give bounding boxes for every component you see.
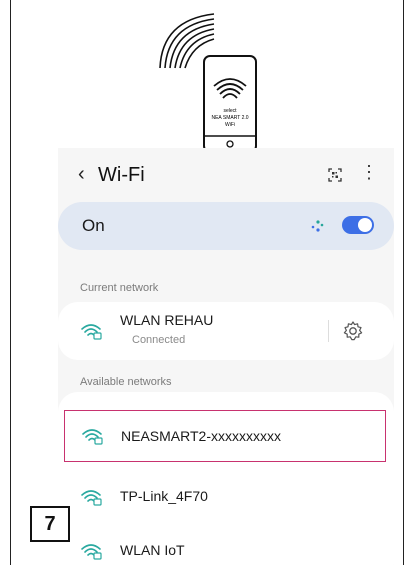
wifi-settings-screen: ‹ Wi-Fi ⋮ On Current network WLAN REHAU … — [58, 148, 394, 565]
more-vert-icon[interactable]: ⋮ — [360, 162, 378, 182]
network-row-highlighted[interactable]: NEASMART2-xxxxxxxxxx — [64, 410, 386, 462]
wifi-toggle-switch[interactable] — [342, 216, 374, 234]
frame-right-border — [403, 0, 404, 565]
chevron-left-icon[interactable]: ‹ — [78, 164, 85, 184]
network-row[interactable]: TP-Link_4F70 — [58, 470, 394, 522]
top-app-bar: ‹ Wi-Fi ⋮ — [58, 148, 394, 200]
available-networks-card: NEASMART2-xxxxxxxxxx TP-Link_4F70 WLAN I… — [58, 392, 394, 565]
qr-scan-icon[interactable] — [328, 168, 342, 182]
wifi-lock-icon — [81, 544, 102, 560]
wifi-lock-icon — [81, 324, 102, 340]
step-number-badge: 7 — [30, 506, 70, 542]
divider — [328, 320, 329, 342]
current-network-name: WLAN REHAU — [120, 312, 214, 328]
wifi-lock-icon — [81, 490, 102, 506]
frame-left-border — [10, 0, 11, 565]
network-name: TP-Link_4F70 — [120, 488, 208, 504]
toggle-knob — [358, 218, 372, 232]
wifi-toggle-label: On — [82, 216, 105, 235]
sparkle-icon[interactable] — [306, 216, 326, 236]
current-network-label: Current network — [80, 282, 159, 294]
phone-text-line1: select — [223, 108, 237, 114]
network-name: NEASMART2-xxxxxxxxxx — [121, 428, 281, 444]
available-networks-label: Available networks — [80, 376, 172, 388]
phone-text-line2: NEA SMART 2.0 — [211, 115, 248, 121]
page-title: Wi-Fi — [98, 164, 145, 186]
phone-wifi-illustration: select NEA SMART 2.0 WiFi — [159, 13, 257, 153]
current-network-card[interactable]: WLAN REHAU Connected — [58, 302, 394, 360]
current-network-status: Connected — [132, 334, 186, 346]
network-row[interactable]: WLAN IoT — [58, 524, 394, 565]
wifi-toggle-row[interactable]: On — [58, 202, 394, 250]
gear-icon[interactable] — [342, 320, 364, 342]
phone-text-line3: WiFi — [225, 122, 235, 128]
wifi-lock-icon — [82, 429, 103, 445]
network-name: WLAN IoT — [120, 542, 185, 558]
